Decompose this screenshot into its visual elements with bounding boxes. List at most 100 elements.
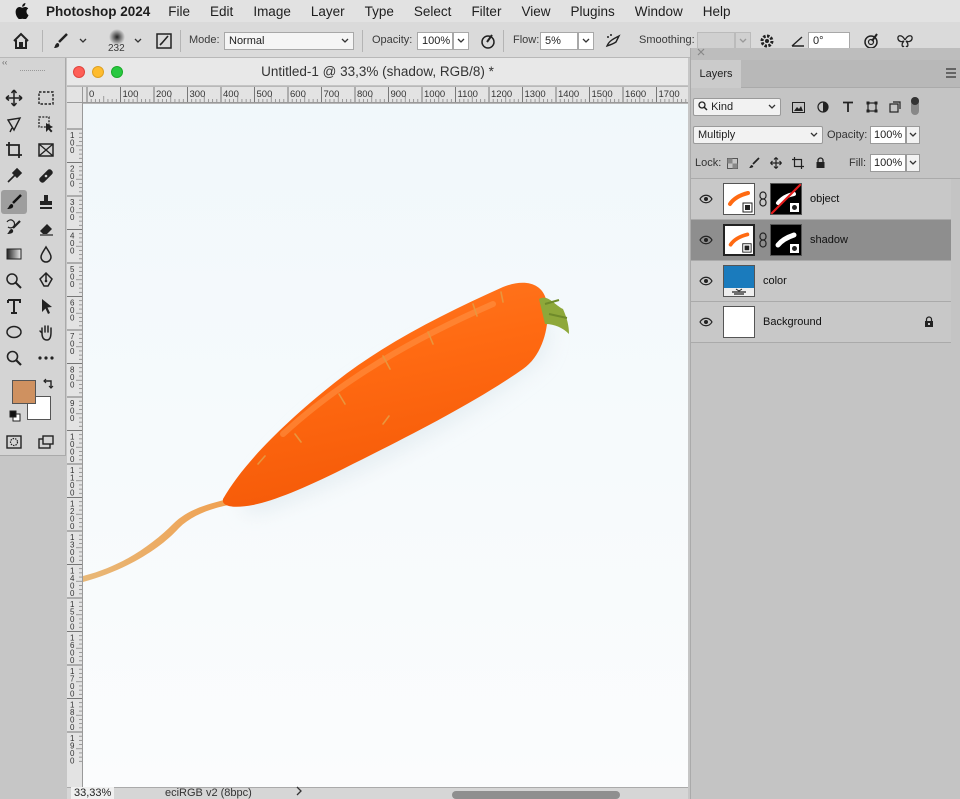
filter-smart-object-icon[interactable] — [888, 100, 902, 114]
chevron-right-icon[interactable] — [296, 786, 302, 799]
dodge-tool-icon[interactable] — [1, 268, 27, 292]
link-icon[interactable] — [759, 191, 767, 207]
crop-tool-icon[interactable] — [1, 138, 27, 162]
flow-input[interactable]: 5% — [540, 32, 578, 50]
menu-plugins[interactable]: Plugins — [560, 4, 624, 19]
marquee-tool-icon[interactable] — [33, 86, 59, 110]
chevron-down-icon[interactable] — [76, 30, 90, 52]
menu-select[interactable]: Select — [404, 4, 462, 19]
lock-position-icon[interactable] — [769, 156, 783, 170]
link-icon[interactable] — [759, 232, 767, 248]
foreground-color-swatch[interactable] — [12, 380, 36, 404]
menu-help[interactable]: Help — [693, 4, 741, 19]
layer-row-color[interactable]: color — [691, 261, 951, 302]
clone-stamp-tool-icon[interactable] — [33, 190, 59, 214]
eye-icon[interactable] — [699, 316, 713, 328]
history-brush-tool-icon[interactable] — [1, 216, 27, 240]
horizontal-ruler[interactable]: 0 100 200 300 400 500 600 700 800 900 1000 1100 1200… — [83, 87, 688, 103]
filter-pixel-icon[interactable] — [791, 100, 805, 114]
filter-adjustment-icon[interactable] — [816, 100, 830, 114]
menu-file[interactable]: File — [158, 4, 200, 19]
mode-select[interactable]: Normal — [224, 32, 354, 50]
lock-artboard-icon[interactable] — [791, 156, 805, 170]
fill-dropdown[interactable] — [906, 154, 920, 172]
close-window-button[interactable] — [73, 66, 85, 78]
zoom-level[interactable]: 33,33% — [71, 787, 115, 799]
eraser-tool-icon[interactable] — [33, 216, 59, 240]
panel-close-strip[interactable] — [691, 48, 960, 60]
layer-name[interactable]: Background — [763, 316, 822, 328]
minimize-window-button[interactable] — [92, 66, 104, 78]
zoom-window-button[interactable] — [111, 66, 123, 78]
type-tool-icon[interactable] — [1, 294, 27, 318]
pen-tool-icon[interactable] — [33, 268, 59, 292]
document-canvas[interactable] — [83, 104, 688, 787]
healing-brush-tool-icon[interactable] — [33, 164, 59, 188]
layer-opacity-input[interactable]: 100% — [870, 126, 906, 144]
brush-tool-icon[interactable] — [1, 190, 27, 214]
close-icon[interactable] — [697, 48, 705, 56]
lock-pixels-icon[interactable] — [747, 156, 761, 170]
app-name-menu[interactable]: Photoshop 2024 — [46, 4, 150, 19]
panel-collapse-grip[interactable]: ‹‹ — [0, 58, 65, 68]
quick-mask-icon[interactable] — [1, 430, 27, 454]
gradient-tool-icon[interactable] — [1, 242, 27, 266]
lock-transparency-icon[interactable] — [725, 156, 739, 170]
vertical-ruler[interactable]: 1002003004005006007008009001000110012001… — [67, 103, 83, 787]
layer-opacity-dropdown[interactable] — [906, 126, 920, 144]
document-title-bar[interactable]: Untitled-1 @ 33,3% (shadow, RGB/8) * — [67, 58, 688, 86]
layer-thumbnail[interactable] — [723, 306, 755, 338]
layer-thumbnail[interactable] — [723, 183, 755, 215]
airbrush-icon[interactable] — [602, 30, 624, 52]
layer-name[interactable]: object — [810, 193, 839, 205]
zoom-tool-icon[interactable] — [1, 346, 27, 370]
ellipse-tool-icon[interactable] — [1, 320, 27, 344]
menu-type[interactable]: Type — [355, 4, 404, 19]
lock-all-icon[interactable] — [813, 156, 827, 170]
panel-menu-icon[interactable] — [945, 68, 957, 81]
ruler-origin[interactable] — [67, 87, 83, 103]
brush-settings-icon[interactable] — [153, 30, 175, 52]
layer-row-shadow[interactable]: shadow — [691, 220, 951, 261]
filter-type-icon[interactable] — [841, 100, 855, 114]
horizontal-scrollbar[interactable] — [452, 791, 620, 799]
brush-preset-icon[interactable] — [50, 30, 72, 52]
eye-icon[interactable] — [699, 193, 713, 205]
panel-drag-handle[interactable] — [20, 70, 45, 78]
layer-row-object[interactable]: object — [691, 179, 951, 220]
filter-kind-select[interactable]: Kind — [693, 98, 781, 116]
menu-window[interactable]: Window — [625, 4, 693, 19]
swap-colors-icon[interactable] — [42, 378, 54, 393]
lasso-tool-icon[interactable] — [1, 112, 27, 136]
layer-row-background[interactable]: Background — [691, 302, 951, 343]
apple-logo-icon[interactable] — [12, 0, 32, 22]
chevron-down-icon[interactable] — [131, 30, 145, 52]
filter-shape-icon[interactable] — [865, 100, 879, 114]
menu-view[interactable]: View — [511, 4, 560, 19]
frame-tool-icon[interactable] — [33, 138, 59, 162]
menu-image[interactable]: Image — [243, 4, 301, 19]
object-selection-tool-icon[interactable] — [33, 112, 59, 136]
menu-edit[interactable]: Edit — [200, 4, 243, 19]
tab-layers[interactable]: Layers — [691, 60, 741, 88]
fill-input[interactable]: 100% — [870, 154, 906, 172]
layer-name[interactable]: shadow — [810, 234, 848, 246]
screen-mode-icon[interactable] — [33, 430, 59, 454]
eye-icon[interactable] — [699, 234, 713, 246]
layer-thumbnail[interactable] — [723, 224, 755, 256]
menu-layer[interactable]: Layer — [301, 4, 355, 19]
pressure-opacity-icon[interactable] — [477, 30, 499, 52]
home-icon[interactable] — [10, 30, 32, 52]
more-tools-icon[interactable] — [33, 346, 59, 370]
path-selection-tool-icon[interactable] — [33, 294, 59, 318]
flow-dropdown[interactable] — [578, 32, 594, 50]
blur-tool-icon[interactable] — [33, 242, 59, 266]
opacity-input[interactable]: 100% — [417, 32, 453, 50]
lock-icon[interactable] — [923, 316, 935, 328]
filter-toggle-switch[interactable] — [911, 97, 919, 115]
eyedropper-tool-icon[interactable] — [1, 164, 27, 188]
layer-name[interactable]: color — [763, 275, 787, 287]
opacity-dropdown[interactable] — [453, 32, 469, 50]
menu-filter[interactable]: Filter — [461, 4, 511, 19]
layer-mask-thumbnail[interactable] — [770, 224, 802, 256]
